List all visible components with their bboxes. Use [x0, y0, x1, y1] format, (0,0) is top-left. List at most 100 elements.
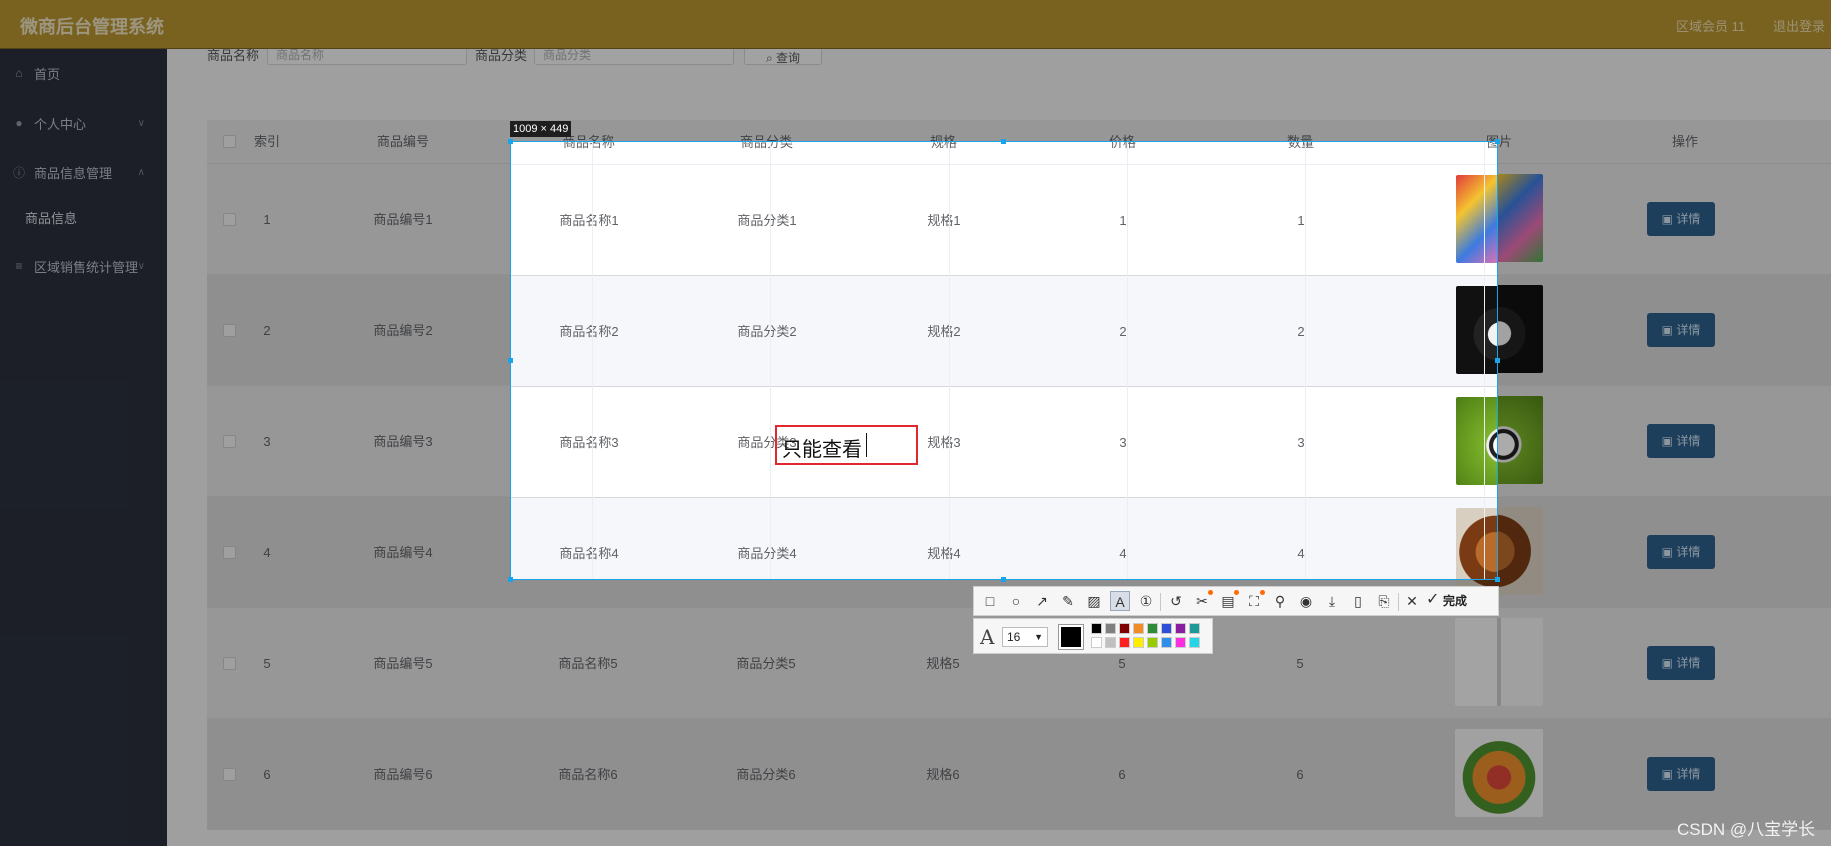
font-size-value: 16: [1007, 630, 1021, 644]
cell-spec: 规格1: [927, 213, 961, 228]
pencil-icon[interactable]: ✎: [1058, 591, 1078, 611]
close-icon[interactable]: ✕: [1402, 591, 1422, 611]
color-swatch[interactable]: [1105, 637, 1116, 648]
annotation-text: 只能查看: [782, 437, 862, 461]
column-header: 图片: [1435, 142, 1497, 165]
cell-qty: 4: [1297, 546, 1305, 561]
resize-handle[interactable]: [1495, 577, 1500, 582]
cell-qty: 1: [1297, 213, 1305, 228]
color-swatch[interactable]: [1091, 637, 1102, 648]
color-swatch[interactable]: [1133, 623, 1144, 634]
table-row: 1商品编号1商品名称1商品分类1规格111▣ 详情: [511, 165, 1497, 276]
toolbar-divider: [1160, 593, 1161, 611]
table-row: 3商品编号3商品名称3商品分类3规格333▣ 详情: [511, 387, 1497, 498]
cell-price: 2: [1119, 324, 1127, 339]
cell-name: 商品名称1: [559, 213, 619, 228]
current-color-swatch[interactable]: [1058, 624, 1084, 650]
download-icon[interactable]: ⤓: [1322, 591, 1342, 611]
column-divider: [770, 142, 771, 579]
color-swatch[interactable]: [1189, 623, 1200, 634]
cell-price: 4: [1119, 546, 1127, 561]
resize-handle[interactable]: [1001, 139, 1006, 144]
column-header: 价格: [1109, 141, 1136, 150]
capture-size-label: 1009 × 449: [510, 121, 572, 137]
color-swatch[interactable]: [1091, 623, 1102, 634]
color-swatch[interactable]: [1161, 623, 1172, 634]
product-image: [1456, 397, 1497, 485]
product-image: [1456, 175, 1497, 263]
text-icon[interactable]: A: [1110, 591, 1130, 611]
resize-handle[interactable]: [508, 358, 513, 363]
color-swatch[interactable]: [1175, 623, 1186, 634]
color-swatch[interactable]: [1147, 637, 1158, 648]
color-swatch[interactable]: [1189, 637, 1200, 648]
toolbar-divider: [1398, 593, 1399, 611]
cell-price: 3: [1119, 435, 1127, 450]
dropdown-arrow-icon: ▼: [1034, 632, 1043, 642]
undo-icon[interactable]: ↺: [1166, 591, 1186, 611]
cell-qty: 2: [1297, 324, 1305, 339]
cell-spec: 规格4: [927, 546, 961, 561]
capture-toolbar: □ ○ ↗ ✎ ▨ A ① ↺ ✂ ▤ ⛶ ⚲ ◉ ⤓ ▯ ⎘ ✕ ✓ 完成: [973, 586, 1499, 616]
cell-price: 1: [1119, 213, 1127, 228]
color-swatch[interactable]: [1133, 637, 1144, 648]
record-icon[interactable]: ◉: [1296, 591, 1316, 611]
watermark: CSDN @八宝学长: [1677, 820, 1816, 839]
column-header: 商品名称: [562, 141, 615, 150]
column-divider: [592, 142, 593, 579]
text-caret: [866, 433, 867, 457]
bookmark-icon[interactable]: ⎘: [1374, 591, 1394, 611]
capture-dim-right: [1498, 141, 1831, 580]
color-swatch[interactable]: [1161, 637, 1172, 648]
capture-selection[interactable]: 索引商品编号商品名称商品分类规格价格数量图片操作1商品编号1商品名称1商品分类1…: [510, 141, 1498, 580]
table-row: 2商品编号2商品名称2商品分类2规格222▣ 详情: [511, 276, 1497, 387]
ocr-icon[interactable]: ▤: [1218, 590, 1239, 611]
column-divider: [1305, 142, 1306, 579]
font-icon: A: [980, 625, 995, 649]
cell-qty: 3: [1297, 435, 1305, 450]
text-style-bar: A 16 ▼: [973, 618, 1213, 654]
cell-name: 商品名称2: [559, 324, 619, 339]
ellipse-icon[interactable]: ○: [1006, 591, 1026, 611]
capture-dim-left: [0, 141, 510, 580]
product-image: [1456, 508, 1497, 579]
cell-category: 商品分类2: [737, 324, 797, 339]
color-swatch[interactable]: [1105, 623, 1116, 634]
column-header: 规格: [930, 141, 957, 150]
cut-icon[interactable]: ✂: [1192, 590, 1213, 611]
color-swatch[interactable]: [1175, 637, 1186, 648]
cell-name: 商品名称4: [559, 546, 619, 561]
resize-handle[interactable]: [1495, 358, 1500, 363]
cell-name: 商品名称3: [559, 435, 619, 450]
column-divider: [1484, 142, 1485, 579]
rectangle-icon[interactable]: □: [980, 591, 1000, 611]
column-divider: [949, 142, 950, 579]
resize-handle[interactable]: [1001, 577, 1006, 582]
color-swatch[interactable]: [1119, 623, 1130, 634]
resize-handle[interactable]: [508, 139, 513, 144]
text-annotation-box[interactable]: 只能查看: [775, 425, 918, 465]
fullscreen-icon[interactable]: ⛶: [1244, 590, 1265, 611]
capture-dim-top: [0, 0, 1831, 141]
check-icon[interactable]: ✓: [1426, 589, 1439, 609]
cell-spec: 规格2: [927, 324, 961, 339]
column-header: 商品分类: [740, 141, 793, 150]
arrow-icon[interactable]: ↗: [1032, 591, 1052, 611]
color-swatch[interactable]: [1119, 637, 1130, 648]
resize-handle[interactable]: [508, 577, 513, 582]
phone-icon[interactable]: ▯: [1348, 591, 1368, 611]
pin-icon[interactable]: ⚲: [1270, 591, 1290, 611]
cell-category: 商品分类1: [737, 213, 797, 228]
column-divider: [1127, 142, 1128, 579]
finish-button[interactable]: 完成: [1443, 592, 1467, 609]
capture-dim-bottom: [0, 580, 1831, 846]
resize-handle[interactable]: [1495, 139, 1500, 144]
font-size-select[interactable]: 16 ▼: [1002, 627, 1048, 647]
product-image: [1456, 286, 1497, 374]
table-header: 索引商品编号商品名称商品分类规格价格数量图片操作: [511, 141, 1497, 165]
cell-category: 商品分类4: [737, 546, 797, 561]
mosaic-icon[interactable]: ▨: [1084, 591, 1104, 611]
table-row: 4商品编号4商品名称4商品分类4规格444▣ 详情: [511, 498, 1497, 579]
number-icon[interactable]: ①: [1136, 591, 1156, 611]
color-swatch[interactable]: [1147, 623, 1158, 634]
